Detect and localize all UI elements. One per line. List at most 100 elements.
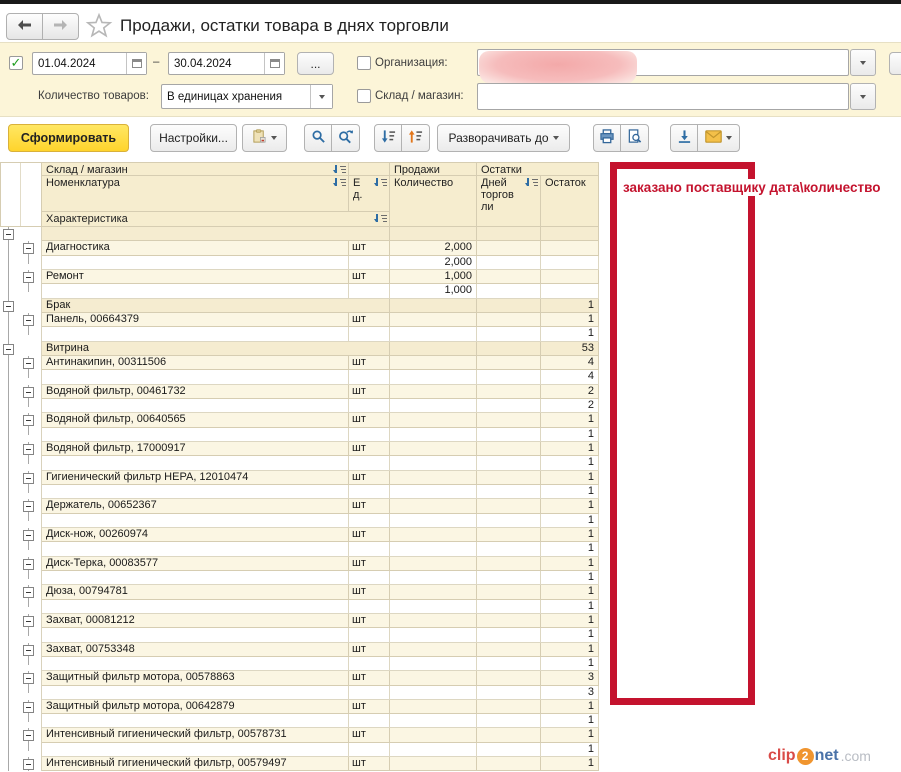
collapse-toggle[interactable] bbox=[23, 272, 34, 283]
expand-all-button[interactable] bbox=[401, 124, 430, 152]
header-balance[interactable]: Остаток bbox=[541, 176, 599, 227]
nomenclature-cell[interactable]: Интенсивный гигиенический фильтр, 005787… bbox=[42, 728, 349, 742]
nomenclature-cell[interactable]: Антинакипин, 00311506 bbox=[42, 356, 349, 370]
nomenclature-cell[interactable]: Дюза, 00794781 bbox=[42, 585, 349, 599]
nomenclature-cell[interactable] bbox=[42, 327, 349, 341]
report-variants-button[interactable] bbox=[242, 124, 287, 152]
collapse-toggle[interactable] bbox=[23, 473, 34, 484]
collapse-toggle[interactable] bbox=[3, 301, 14, 312]
collapse-toggle[interactable] bbox=[23, 645, 34, 656]
warehouse-field[interactable] bbox=[477, 83, 849, 110]
save-button[interactable] bbox=[670, 124, 698, 152]
expand-to-button[interactable]: Разворачивать до bbox=[437, 124, 570, 152]
collapse-toggle[interactable] bbox=[23, 673, 34, 684]
nomenclature-cell[interactable]: Водяной фильтр, 17000917 bbox=[42, 442, 349, 456]
settings-button[interactable]: Настройки... bbox=[150, 124, 237, 152]
org-checkbox[interactable] bbox=[357, 56, 371, 70]
print-button[interactable] bbox=[593, 124, 621, 152]
nomenclature-cell[interactable]: Защитный фильтр мотора, 00642879 bbox=[42, 700, 349, 714]
collapse-all-button[interactable] bbox=[374, 124, 402, 152]
collapse-toggle[interactable] bbox=[23, 501, 34, 512]
collapse-toggle[interactable] bbox=[23, 387, 34, 398]
header-sales[interactable]: Продажи bbox=[390, 162, 477, 176]
chevron-down-icon[interactable] bbox=[310, 85, 332, 108]
back-button[interactable] bbox=[6, 13, 43, 40]
collapse-toggle[interactable] bbox=[23, 315, 34, 326]
header-characteristic[interactable]: Характеристика bbox=[42, 212, 390, 227]
nomenclature-cell[interactable]: Диагностика bbox=[42, 241, 349, 255]
nomenclature-cell[interactable] bbox=[42, 571, 349, 585]
nomenclature-cell[interactable]: Защитный фильтр мотора, 00578863 bbox=[42, 671, 349, 685]
nomenclature-cell[interactable]: Водяной фильтр, 00640565 bbox=[42, 413, 349, 427]
header-quantity[interactable]: Количество bbox=[390, 176, 477, 227]
header-days[interactable]: Дней торгов ли bbox=[477, 176, 541, 227]
sort-icon[interactable] bbox=[376, 178, 387, 188]
collapse-toggle[interactable] bbox=[23, 444, 34, 455]
group-name-cell[interactable] bbox=[42, 227, 390, 241]
nomenclature-cell[interactable] bbox=[42, 399, 349, 413]
search-next-button[interactable] bbox=[331, 124, 360, 152]
nomenclature-cell[interactable] bbox=[42, 542, 349, 556]
collapse-toggle[interactable] bbox=[23, 587, 34, 598]
clipped-right-button[interactable] bbox=[889, 52, 901, 75]
generate-button[interactable]: Сформировать bbox=[8, 124, 129, 152]
header-nomenclature[interactable]: Номенклатура bbox=[42, 176, 349, 212]
period-checkbox[interactable]: ✓ bbox=[9, 56, 23, 70]
nomenclature-cell[interactable] bbox=[42, 628, 349, 642]
calendar-icon[interactable] bbox=[264, 53, 284, 74]
sort-icon[interactable] bbox=[335, 178, 346, 188]
nomenclature-cell[interactable] bbox=[42, 600, 349, 614]
collapse-toggle[interactable] bbox=[23, 530, 34, 541]
nomenclature-cell[interactable] bbox=[42, 686, 349, 700]
sort-icon[interactable] bbox=[376, 214, 387, 224]
period-more-button[interactable]: ... bbox=[297, 52, 334, 75]
header-unit[interactable]: Е д. bbox=[349, 176, 390, 212]
search-button[interactable] bbox=[304, 124, 332, 152]
collapse-toggle[interactable] bbox=[23, 730, 34, 741]
nomenclature-cell[interactable]: Водяной фильтр, 00461732 bbox=[42, 385, 349, 399]
nomenclature-cell[interactable]: Диск-Терка, 00083577 bbox=[42, 557, 349, 571]
nomenclature-cell[interactable] bbox=[42, 514, 349, 528]
nomenclature-cell[interactable] bbox=[42, 370, 349, 384]
nomenclature-cell[interactable] bbox=[42, 743, 349, 757]
collapse-toggle[interactable] bbox=[23, 243, 34, 254]
collapse-toggle[interactable] bbox=[23, 702, 34, 713]
period-from-field[interactable]: 01.04.2024 bbox=[32, 52, 147, 75]
group-name-cell[interactable]: Витрина bbox=[42, 342, 390, 356]
warehouse-checkbox[interactable] bbox=[357, 89, 371, 103]
sort-icon[interactable] bbox=[527, 178, 538, 188]
collapse-toggle[interactable] bbox=[23, 358, 34, 369]
nomenclature-cell[interactable] bbox=[42, 485, 349, 499]
print-preview-button[interactable] bbox=[620, 124, 649, 152]
nomenclature-cell[interactable] bbox=[42, 657, 349, 671]
org-field[interactable] bbox=[477, 49, 849, 76]
nomenclature-cell[interactable]: Интенсивный гигиенический фильтр, 005794… bbox=[42, 757, 349, 771]
collapse-toggle[interactable] bbox=[23, 415, 34, 426]
forward-button[interactable] bbox=[42, 13, 79, 40]
group-name-cell[interactable]: Брак bbox=[42, 299, 390, 313]
nomenclature-cell[interactable]: Гигиенический фильтр HEPA, 12010474 bbox=[42, 471, 349, 485]
header-warehouse[interactable]: Склад / магазин bbox=[42, 162, 349, 176]
collapse-toggle[interactable] bbox=[23, 616, 34, 627]
nomenclature-cell[interactable]: Ремонт bbox=[42, 270, 349, 284]
period-to-field[interactable]: 30.04.2024 bbox=[168, 52, 285, 75]
org-dropdown-button[interactable] bbox=[850, 49, 876, 76]
favorite-star-icon[interactable] bbox=[85, 12, 113, 43]
collapse-toggle[interactable] bbox=[3, 229, 14, 240]
collapse-toggle[interactable] bbox=[23, 759, 34, 770]
nomenclature-cell[interactable] bbox=[42, 256, 349, 270]
nomenclature-cell[interactable]: Захват, 00753348 bbox=[42, 643, 349, 657]
header-balances[interactable]: Остатки bbox=[477, 162, 599, 176]
quantity-mode-select[interactable]: В единицах хранения bbox=[161, 84, 333, 109]
nomenclature-cell[interactable]: Диск-нож, 00260974 bbox=[42, 528, 349, 542]
nomenclature-cell[interactable] bbox=[42, 284, 349, 298]
calendar-icon[interactable] bbox=[126, 53, 146, 74]
nomenclature-cell[interactable] bbox=[42, 456, 349, 470]
nomenclature-cell[interactable] bbox=[42, 714, 349, 728]
sort-icon[interactable] bbox=[335, 165, 346, 175]
nomenclature-cell[interactable] bbox=[42, 428, 349, 442]
warehouse-dropdown-button[interactable] bbox=[850, 83, 876, 110]
send-email-button[interactable] bbox=[697, 124, 740, 152]
nomenclature-cell[interactable]: Захват, 00081212 bbox=[42, 614, 349, 628]
collapse-toggle[interactable] bbox=[23, 559, 34, 570]
